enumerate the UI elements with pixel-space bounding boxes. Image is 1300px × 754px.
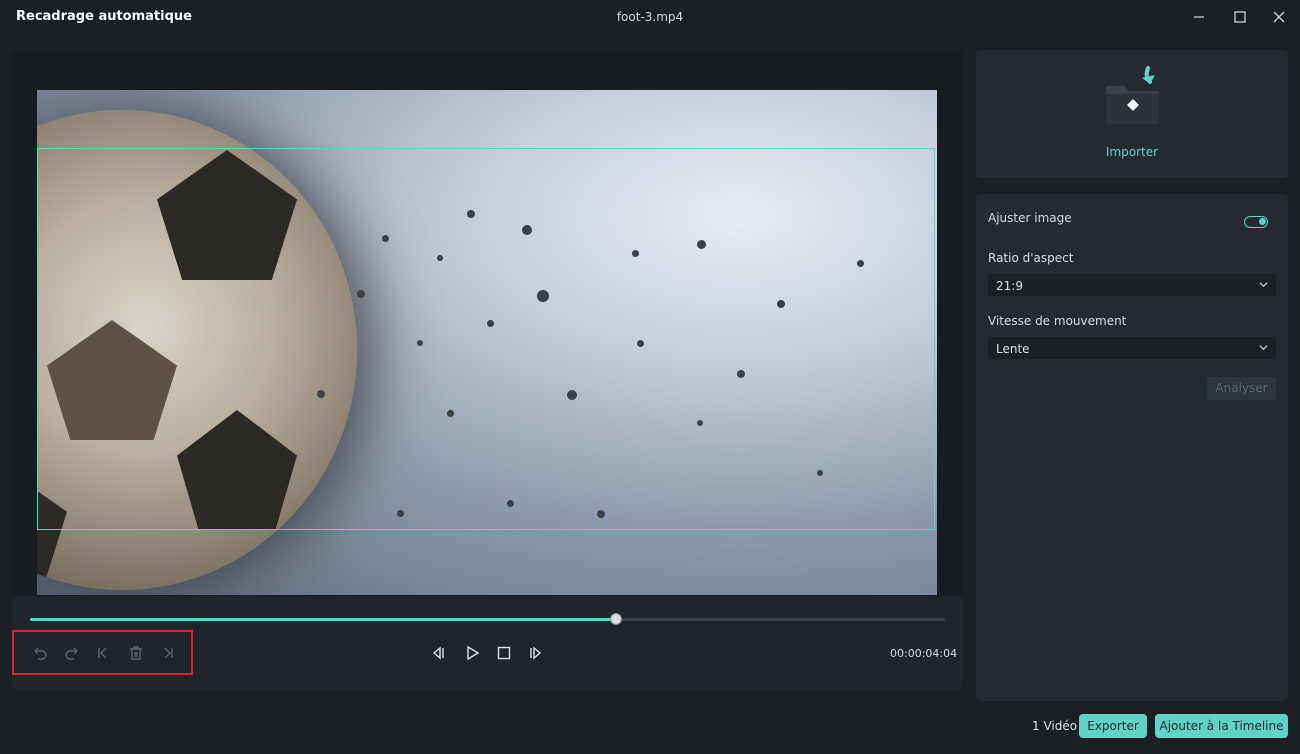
prev-frame-icon xyxy=(432,646,444,660)
motion-speed-label: Vitesse de mouvement xyxy=(988,314,1127,328)
scrubber-handle[interactable] xyxy=(609,613,622,625)
add-to-timeline-button[interactable]: Ajouter à la Timeline xyxy=(1155,714,1288,738)
next-frame-button[interactable] xyxy=(526,643,546,663)
play-button[interactable] xyxy=(462,643,482,663)
stop-button[interactable] xyxy=(494,643,514,663)
aspect-ratio-select[interactable]: 21:9 xyxy=(988,274,1276,296)
file-name: foot-3.mp4 xyxy=(616,10,684,24)
highlight-box xyxy=(12,630,193,675)
export-button[interactable]: Exporter xyxy=(1079,714,1147,738)
adjust-image-toggle[interactable] xyxy=(1244,216,1268,228)
video-area xyxy=(12,50,963,596)
maximize-button[interactable] xyxy=(1231,8,1249,26)
prev-frame-button[interactable] xyxy=(428,643,448,663)
minimize-button[interactable] xyxy=(1190,8,1208,26)
preview-panel: 00:00:04:04 xyxy=(12,50,963,690)
scrubber-progress xyxy=(30,618,616,621)
motion-speed-select[interactable]: Lente xyxy=(988,337,1276,359)
play-icon xyxy=(467,645,480,661)
adjust-image-label: Ajuster image xyxy=(988,211,1072,225)
title-bar: Recadrage automatique foot-3.mp4 xyxy=(0,0,1300,34)
next-frame-icon xyxy=(530,646,542,660)
stop-icon xyxy=(497,646,511,660)
aspect-ratio-value: 21:9 xyxy=(996,279,1023,293)
import-label: Importer xyxy=(1105,145,1159,159)
maximize-icon xyxy=(1234,11,1246,23)
minimize-icon xyxy=(1194,16,1204,18)
aspect-ratio-label: Ratio d'aspect xyxy=(988,251,1074,265)
analyze-button[interactable]: Analyser xyxy=(1207,377,1276,400)
chevron-down-icon xyxy=(1259,282,1268,288)
crop-frame[interactable] xyxy=(37,148,935,530)
settings-panel: Ajuster image Ratio d'aspect 21:9 Vitess… xyxy=(976,194,1288,701)
import-card[interactable]: Importer xyxy=(976,50,1288,178)
close-icon xyxy=(1273,11,1285,23)
motion-speed-value: Lente xyxy=(996,342,1030,356)
folder-import-icon xyxy=(1106,66,1159,124)
close-button[interactable] xyxy=(1270,8,1288,26)
video-count: 1 Vidéo xyxy=(1032,719,1078,733)
toggle-knob xyxy=(1259,218,1266,225)
timeline-scrubber[interactable] xyxy=(30,613,945,625)
timecode: 00:00:04:04 xyxy=(890,647,958,660)
chevron-down-icon xyxy=(1259,345,1268,351)
